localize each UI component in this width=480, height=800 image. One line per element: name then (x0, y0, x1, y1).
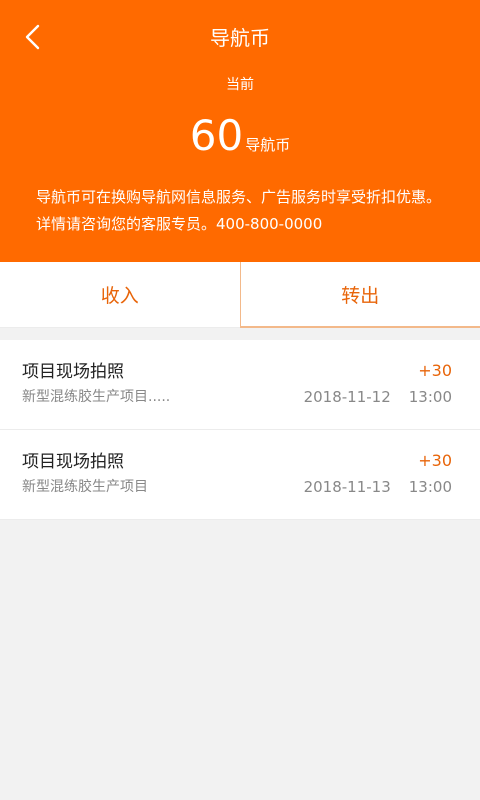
record-datetime: 2018-11-12 13:00 (304, 387, 452, 407)
record-list: 项目现场拍照 +30 新型混练胶生产项目..... 2018-11-12 13:0… (0, 340, 480, 520)
record-amount: +30 (418, 361, 452, 380)
description: 导航币可在换购导航网信息服务、广告服务时享受折扣优惠。 详情请咨询您的客服专员。… (36, 184, 460, 238)
current-label: 当前 (226, 77, 254, 93)
record-subtitle: 新型混练胶生产项目..... (22, 389, 171, 405)
list-item[interactable]: 项目现场拍照 +30 新型混练胶生产项目 2018-11-13 13:00 (0, 430, 480, 520)
balance: 60 导航币 (0, 110, 480, 162)
tab-income[interactable]: 收入 (0, 262, 240, 328)
tab-bar: 收入 转出 (0, 262, 480, 328)
record-amount: +30 (418, 451, 452, 470)
description-line-1: 导航币可在换购导航网信息服务、广告服务时享受折扣优惠。 (36, 188, 442, 206)
record-title: 项目现场拍照 (22, 452, 124, 472)
page-title: 导航币 (210, 26, 270, 50)
record-date: 2018-11-12 (303, 388, 391, 406)
record-time: 13:00 (408, 388, 452, 406)
record-subtitle: 新型混练胶生产项目 (22, 479, 148, 495)
record-title: 项目现场拍照 (22, 362, 124, 382)
tab-transfer-out[interactable]: 转出 (239, 262, 480, 328)
balance-value: 60 (189, 111, 244, 160)
list-item[interactable]: 项目现场拍照 +30 新型混练胶生产项目..... 2018-11-12 13:0… (0, 340, 480, 430)
balance-unit: 导航币 (245, 136, 291, 154)
record-datetime: 2018-11-13 13:00 (304, 477, 452, 497)
record-time: 13:00 (408, 478, 452, 496)
record-date: 2018-11-13 (303, 478, 391, 496)
header: 导航币 当前 60 导航币 导航币可在换购导航网信息服务、广告服务时享受折扣优惠。… (0, 0, 480, 262)
description-line-2: 详情请咨询您的客服专员。400-800-0000 (36, 215, 323, 233)
